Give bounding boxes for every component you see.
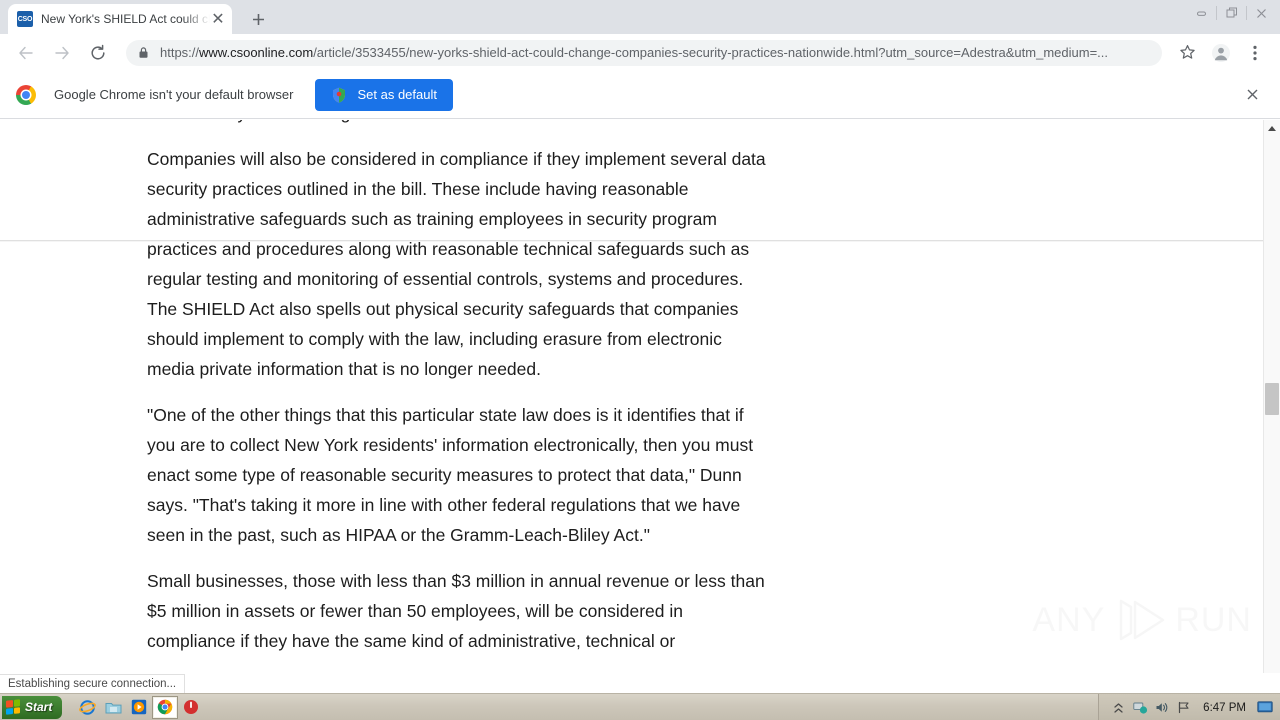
arrow-left-icon [19,46,33,59]
article-body: data security laws and regulations. Comp… [147,120,769,672]
bookmark-button[interactable] [1173,39,1201,67]
url-scheme: https:// [160,44,200,60]
close-button[interactable] [1247,2,1276,24]
shield-icon [333,87,346,103]
taskbar-clock[interactable]: 6:47 PM [1203,702,1246,714]
address-bar[interactable]: https://www.csoonline.com/article/353345… [126,39,1162,66]
volume-icon[interactable] [1153,699,1171,717]
arrow-right-icon [55,46,69,59]
tab-title: New York's SHIELD Act could change [41,12,210,26]
default-browser-infobar: Google Chrome isn't your default browser… [0,71,1280,119]
minimize-button[interactable] [1187,2,1216,24]
page-scrollbar[interactable] [1263,120,1280,673]
browser-toolbar: https://www.csoonline.com/article/353345… [0,34,1280,71]
reload-button[interactable] [84,39,112,67]
article-paragraph: data security laws and regulations. [147,120,769,128]
network-icon[interactable] [1131,699,1149,717]
url-host: www.csoonline.com [199,44,314,60]
scroll-up-button[interactable] [1264,120,1280,137]
flag-icon[interactable] [1175,699,1193,717]
set-as-default-button[interactable]: Set as default [315,78,453,111]
status-bubble: Establishing secure connection... [0,674,186,693]
chrome-icon[interactable] [152,695,179,719]
window-controls [1187,0,1276,26]
profile-button[interactable] [1207,39,1235,67]
chrome-logo-icon [16,84,36,105]
windows-taskbar: Start 6:47 PM [0,693,1280,720]
infobar-close-icon[interactable] [1240,83,1264,107]
article-paragraph: Companies will also be considered in com… [147,149,766,379]
browser-window: CSO New York's SHIELD Act could change ✕ [0,0,1280,720]
lock-icon [138,46,150,59]
anyrun-play-logo-icon [1111,595,1169,645]
quick-launch-bar [74,695,204,719]
minimize-icon [1197,11,1206,16]
page-viewport: data security laws and regulations. Comp… [0,120,1280,673]
system-tray: 6:47 PM [1098,694,1280,720]
tab-close-icon[interactable]: ✕ [210,11,226,28]
url-text: https://www.csoonline.com/article/353345… [160,40,1108,66]
restore-icon [1226,7,1237,18]
article-paragraph: Small businesses, those with less than $… [147,571,765,651]
three-dots-icon [1253,45,1257,60]
close-icon [1257,8,1266,18]
tab-strip: CSO New York's SHIELD Act could change ✕ [0,0,1280,34]
power-icon[interactable] [178,696,204,719]
chrome-menu-button[interactable] [1241,39,1269,67]
show-desktop-icon[interactable] [1256,699,1274,717]
url-path: /article/3533455/new-yorks-shield-act-co… [313,44,1108,60]
close-icon [1247,89,1257,100]
anyrun-watermark: ANY RUN [1032,595,1252,645]
article-paragraph: "One of the other things that this parti… [147,405,754,545]
browser-tab[interactable]: CSO New York's SHIELD Act could change ✕ [8,4,232,34]
media-player-icon[interactable] [126,696,152,719]
new-tab-button[interactable] [244,5,272,33]
internet-explorer-icon[interactable] [74,696,100,719]
scrollbar-thumb[interactable] [1265,383,1279,415]
start-button[interactable]: Start [2,695,63,719]
chevron-up-icon [1268,126,1276,131]
reload-icon [91,44,105,59]
start-label: Start [25,700,53,714]
watermark-text-left: ANY [1032,600,1106,639]
forward-button[interactable] [48,39,76,67]
star-icon [1179,45,1195,59]
plus-icon [252,13,264,25]
cso-favicon-icon: CSO [17,11,33,27]
infobar-message: Google Chrome isn't your default browser [54,87,294,102]
folder-icon[interactable] [100,696,126,719]
back-button[interactable] [12,39,40,67]
set-as-default-label: Set as default [357,87,437,102]
status-message: Establishing secure connection... [8,678,177,690]
show-hidden-icons-icon[interactable] [1109,699,1127,717]
avatar-icon [1212,43,1230,62]
restore-button[interactable] [1217,2,1246,24]
watermark-text-right: RUN [1175,600,1252,639]
windows-flag-icon [6,699,20,715]
